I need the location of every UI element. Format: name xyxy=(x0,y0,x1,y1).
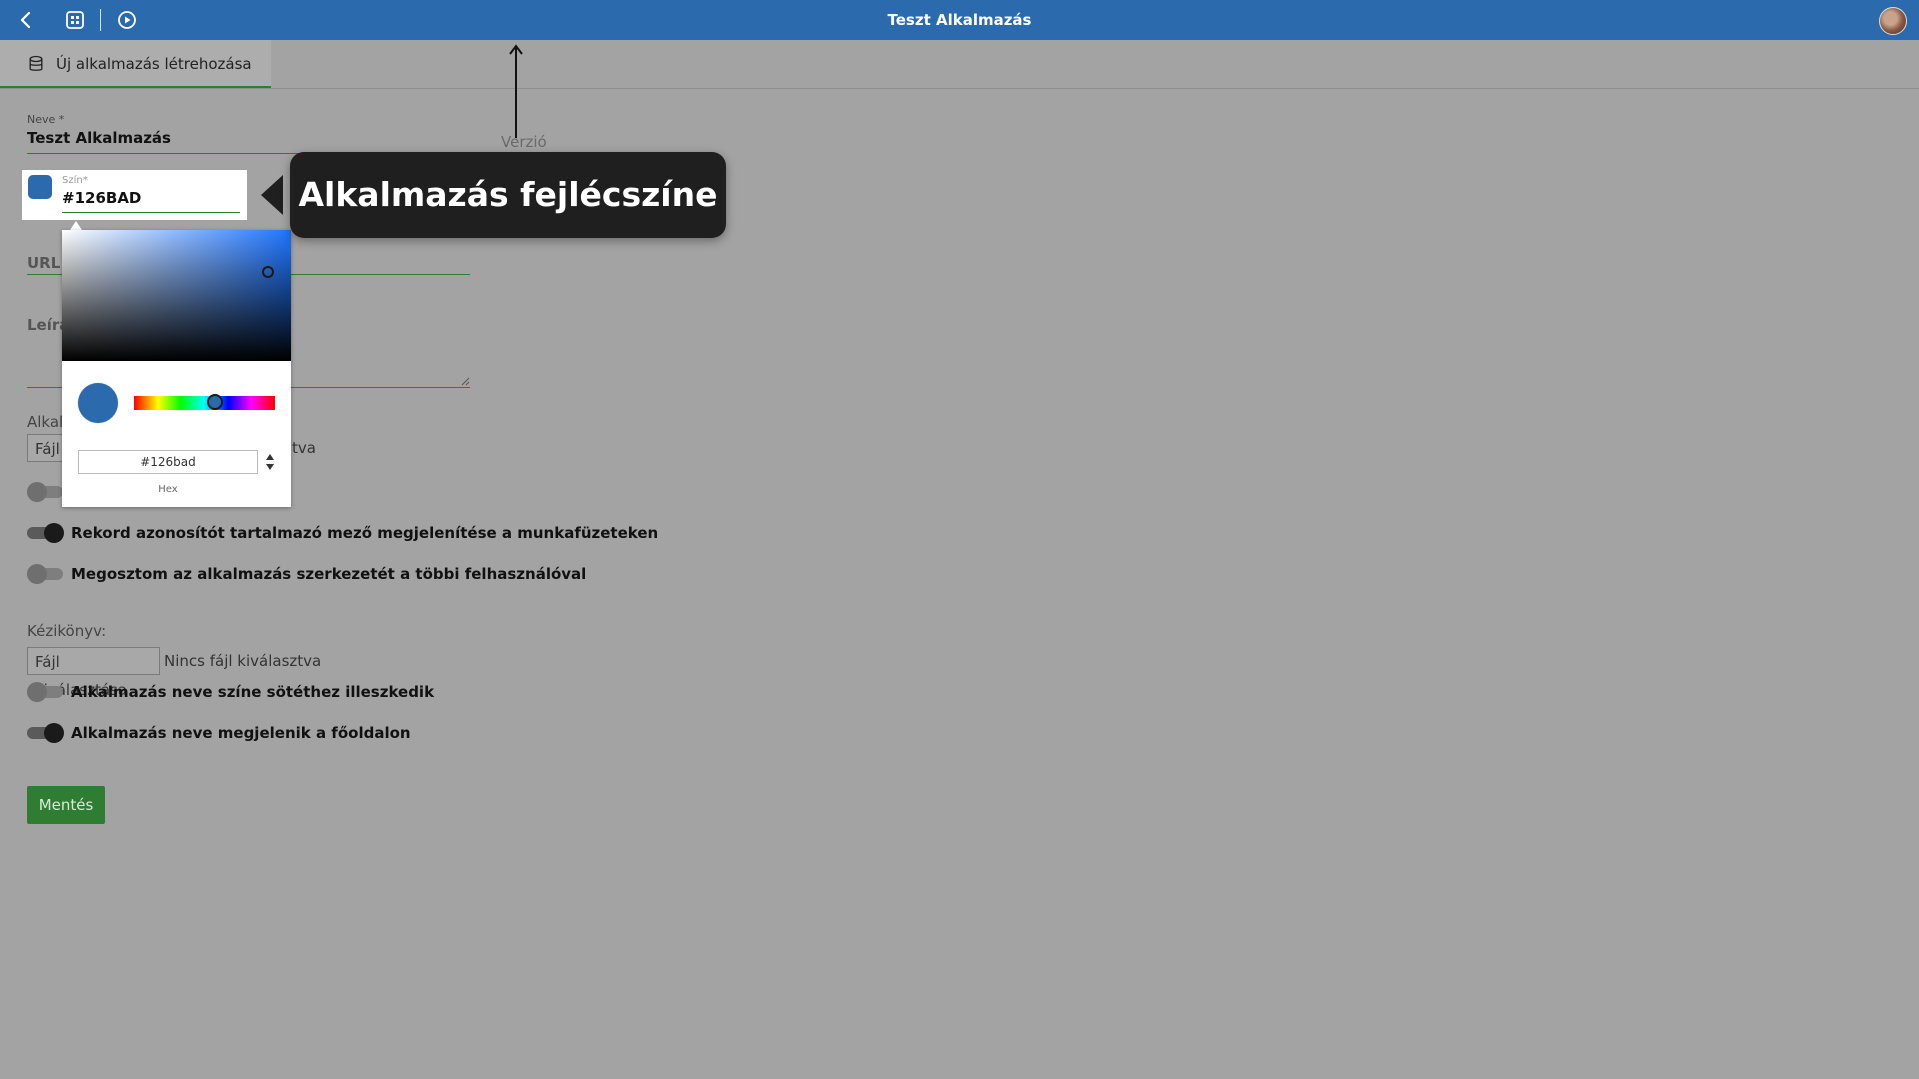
color-input[interactable]: #126BAD xyxy=(62,189,141,207)
toggle-show-record-id[interactable] xyxy=(27,523,64,543)
app-file-button[interactable]: Fájl xyxy=(27,434,67,462)
format-toggle-icon[interactable] xyxy=(265,452,275,472)
toggle-hidden-option[interactable] xyxy=(27,482,63,502)
toggle-share-structure[interactable] xyxy=(27,564,63,584)
toggle-share-structure-label: Megosztom az alkalmazás szerkezetét a tö… xyxy=(71,565,587,583)
manual-file-status: Nincs fájl kiválasztva xyxy=(164,652,322,670)
hex-input[interactable]: #126bad xyxy=(78,450,258,474)
top-bar: Teszt Alkalmazás xyxy=(0,0,1919,40)
app-file-label: Alkal xyxy=(27,413,64,431)
toggle-name-color-dark[interactable] xyxy=(27,682,63,702)
toggle-name-on-homepage-label: Alkalmazás neve megjelenik a főoldalon xyxy=(71,724,411,742)
callout-pointer xyxy=(261,175,283,215)
name-label: Neve * xyxy=(27,113,65,126)
tour-callout: Alkalmazás fejlécszíne xyxy=(290,152,726,238)
resize-handle-icon[interactable] xyxy=(461,377,470,386)
user-avatar[interactable] xyxy=(1879,7,1907,35)
color-swatch[interactable] xyxy=(28,175,52,199)
arrow-up-icon xyxy=(509,44,523,138)
saturation-area[interactable] xyxy=(62,230,291,361)
save-button[interactable]: Mentés xyxy=(27,786,105,824)
toggle-name-on-homepage[interactable] xyxy=(27,723,64,743)
hue-slider[interactable] xyxy=(134,396,275,410)
manual-label: Kézikönyv: xyxy=(27,622,107,640)
color-underline xyxy=(62,212,240,213)
saturation-handle[interactable] xyxy=(262,266,274,278)
url-label: URL xyxy=(27,254,61,272)
tab-new-application[interactable]: Új alkalmazás létrehozása xyxy=(0,40,271,88)
color-field[interactable]: Szín* #126BAD xyxy=(22,170,247,220)
name-input[interactable]: Teszt Alkalmazás xyxy=(27,129,171,147)
tab-bar: Új alkalmazás létrehozása xyxy=(0,40,1919,89)
callout-text: Alkalmazás fejlécszíne xyxy=(298,175,718,214)
app-file-status: tva xyxy=(292,439,316,457)
picker-caret xyxy=(70,221,82,230)
tab-label: Új alkalmazás létrehozása xyxy=(56,55,252,73)
hue-handle[interactable] xyxy=(207,394,223,410)
color-preview xyxy=(78,383,118,423)
color-picker: #126bad Hex xyxy=(62,230,291,507)
manual-file-button[interactable]: Fájl kiválasztása xyxy=(27,647,160,699)
app-title: Teszt Alkalmazás xyxy=(887,11,1032,29)
database-icon xyxy=(29,55,43,71)
toggle-show-record-id-label: Rekord azonosítót tartalmazó mező megjel… xyxy=(71,524,659,542)
hex-label: Hex xyxy=(158,484,178,495)
color-label: Szín* xyxy=(62,175,88,186)
toggle-name-color-dark-label: Alkalmazás neve színe sötéthez illeszked… xyxy=(71,683,435,701)
